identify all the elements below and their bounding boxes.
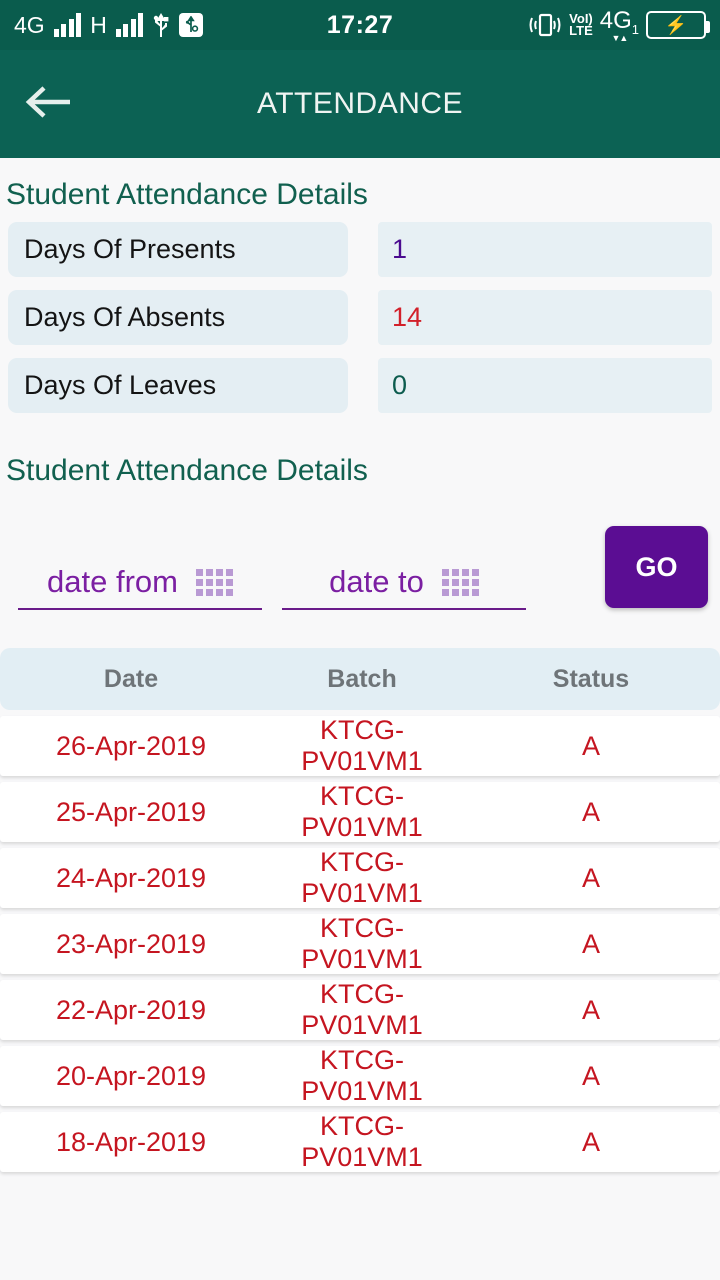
status-bar: 4G H 17:27 VoI) LTE 4G1 ▼▲ ⚡ [0, 0, 720, 50]
cell-date: 18-Apr-2019 [0, 1127, 262, 1158]
cell-date: 23-Apr-2019 [0, 929, 262, 960]
summary-label-absents: Days Of Absents [8, 290, 348, 345]
network-right-group: 4G1 ▼▲ [600, 7, 639, 43]
go-button[interactable]: GO [605, 526, 708, 608]
vibrate-icon [528, 12, 562, 38]
cell-status: A [462, 1061, 720, 1092]
cell-status: A [462, 863, 720, 894]
summary-label-presents: Days Of Presents [8, 222, 348, 277]
network-type-label: 4G [14, 12, 45, 39]
cell-date: 24-Apr-2019 [0, 863, 262, 894]
page-title: ATTENDANCE [0, 87, 720, 121]
cell-date: 22-Apr-2019 [0, 995, 262, 1026]
cell-status: A [462, 995, 720, 1026]
table-header-row: Date Batch Status [0, 648, 720, 710]
back-button[interactable] [0, 83, 96, 126]
summary-row-presents: Days Of Presents 1 [0, 222, 720, 277]
battery-charging-icon: ⚡ [646, 11, 706, 39]
usb-icon [152, 12, 170, 38]
calendar-grid-icon[interactable] [196, 569, 233, 596]
attendance-table: Date Batch Status 26-Apr-2019 KTCG-PV01V… [0, 648, 720, 1172]
data-traffic-icon: ▼▲ [611, 33, 627, 43]
column-header-date: Date [0, 665, 262, 694]
table-row[interactable]: 20-Apr-2019 KTCG-PV01VM1 A [0, 1046, 720, 1106]
signal-bars-icon [54, 13, 82, 37]
summary-row-leaves: Days Of Leaves 0 [0, 358, 720, 413]
app-bar: ATTENDANCE [0, 50, 720, 158]
summary-value-leaves: 0 [378, 358, 712, 413]
cell-status: A [462, 929, 720, 960]
date-to-field[interactable]: date to [282, 564, 526, 610]
cell-status: A [462, 1127, 720, 1158]
cell-batch: KTCG-PV01VM1 [262, 979, 462, 1041]
cell-status: A [462, 797, 720, 828]
table-row[interactable]: 24-Apr-2019 KTCG-PV01VM1 A [0, 848, 720, 908]
summary-label-leaves: Days Of Leaves [8, 358, 348, 413]
column-header-batch: Batch [262, 665, 462, 694]
table-row[interactable]: 25-Apr-2019 KTCG-PV01VM1 A [0, 782, 720, 842]
volte-icon: VoI) LTE [569, 13, 593, 38]
summary-row-absents: Days Of Absents 14 [0, 290, 720, 345]
cell-batch: KTCG-PV01VM1 [262, 847, 462, 909]
signal-bars-secondary-icon [116, 13, 144, 37]
network-type-secondary-label: H [90, 12, 107, 39]
date-from-input[interactable]: date from [47, 564, 178, 600]
table-row[interactable]: 23-Apr-2019 KTCG-PV01VM1 A [0, 914, 720, 974]
cell-status: A [462, 731, 720, 762]
filter-heading: Student Attendance Details [0, 426, 720, 492]
table-row[interactable]: 22-Apr-2019 KTCG-PV01VM1 A [0, 980, 720, 1040]
date-filter-bar: date from date to GO [0, 492, 720, 610]
status-bar-right: VoI) LTE 4G1 ▼▲ ⚡ [393, 7, 706, 43]
table-row[interactable]: 26-Apr-2019 KTCG-PV01VM1 A [0, 716, 720, 776]
summary-value-presents: 1 [378, 222, 712, 277]
page-content: Student Attendance Details Days Of Prese… [0, 158, 720, 1280]
cell-batch: KTCG-PV01VM1 [262, 913, 462, 975]
cell-batch: KTCG-PV01VM1 [262, 781, 462, 843]
status-bar-left: 4G H [14, 12, 327, 39]
cell-batch: KTCG-PV01VM1 [262, 715, 462, 777]
status-bar-clock: 17:27 [327, 11, 393, 40]
calendar-grid-icon[interactable] [442, 569, 479, 596]
cell-date: 26-Apr-2019 [0, 731, 262, 762]
cell-date: 20-Apr-2019 [0, 1061, 262, 1092]
column-header-status: Status [462, 665, 720, 694]
date-from-field[interactable]: date from [18, 564, 262, 610]
summary-value-absents: 14 [378, 290, 712, 345]
cell-batch: KTCG-PV01VM1 [262, 1045, 462, 1107]
summary-heading: Student Attendance Details [0, 158, 720, 222]
cell-date: 25-Apr-2019 [0, 797, 262, 828]
usb-debug-icon [179, 13, 203, 37]
table-body: 26-Apr-2019 KTCG-PV01VM1 A 25-Apr-2019 K… [0, 716, 720, 1172]
table-row[interactable]: 18-Apr-2019 KTCG-PV01VM1 A [0, 1112, 720, 1172]
arrow-left-icon [22, 83, 74, 126]
date-to-input[interactable]: date to [329, 564, 424, 600]
cell-batch: KTCG-PV01VM1 [262, 1111, 462, 1173]
